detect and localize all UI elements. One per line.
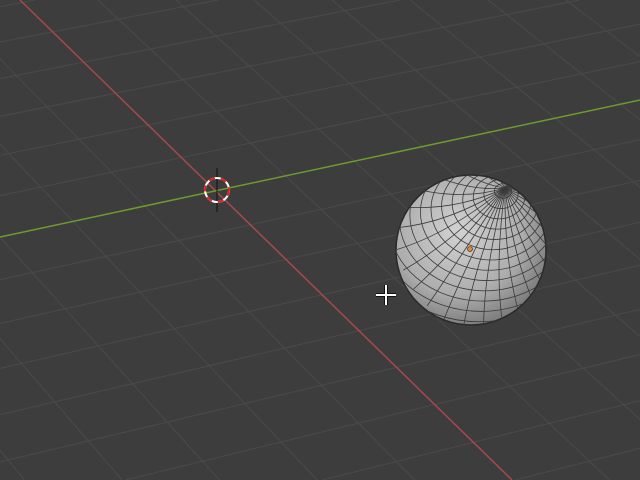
sphere-meridian-line	[504, 175, 546, 189]
sphere-meridian-line	[504, 175, 546, 189]
y-axis-line	[0, 99, 640, 238]
3d-cursor-icon[interactable]	[204, 168, 230, 212]
grid-line	[0, 61, 640, 197]
grid-line	[565, 0, 640, 57]
grid-line	[0, 236, 220, 480]
grid-line	[322, 400, 640, 480]
3d-viewport[interactable]	[0, 0, 640, 480]
object-origin-dot	[467, 246, 473, 252]
grid-line	[0, 449, 25, 480]
grid-line	[0, 0, 580, 117]
grid-line	[0, 143, 318, 480]
grid-line	[0, 0, 36, 8]
grid-line	[0, 264, 640, 416]
grid-line	[487, 0, 640, 121]
sphere-meridian-line	[504, 175, 527, 189]
viewport-canvas[interactable]	[0, 0, 640, 480]
grid-line	[0, 0, 219, 43]
grid-line	[0, 338, 123, 480]
mouse-crosshair-icon	[376, 285, 396, 305]
grid-line	[515, 447, 640, 480]
grid-line	[409, 0, 640, 188]
